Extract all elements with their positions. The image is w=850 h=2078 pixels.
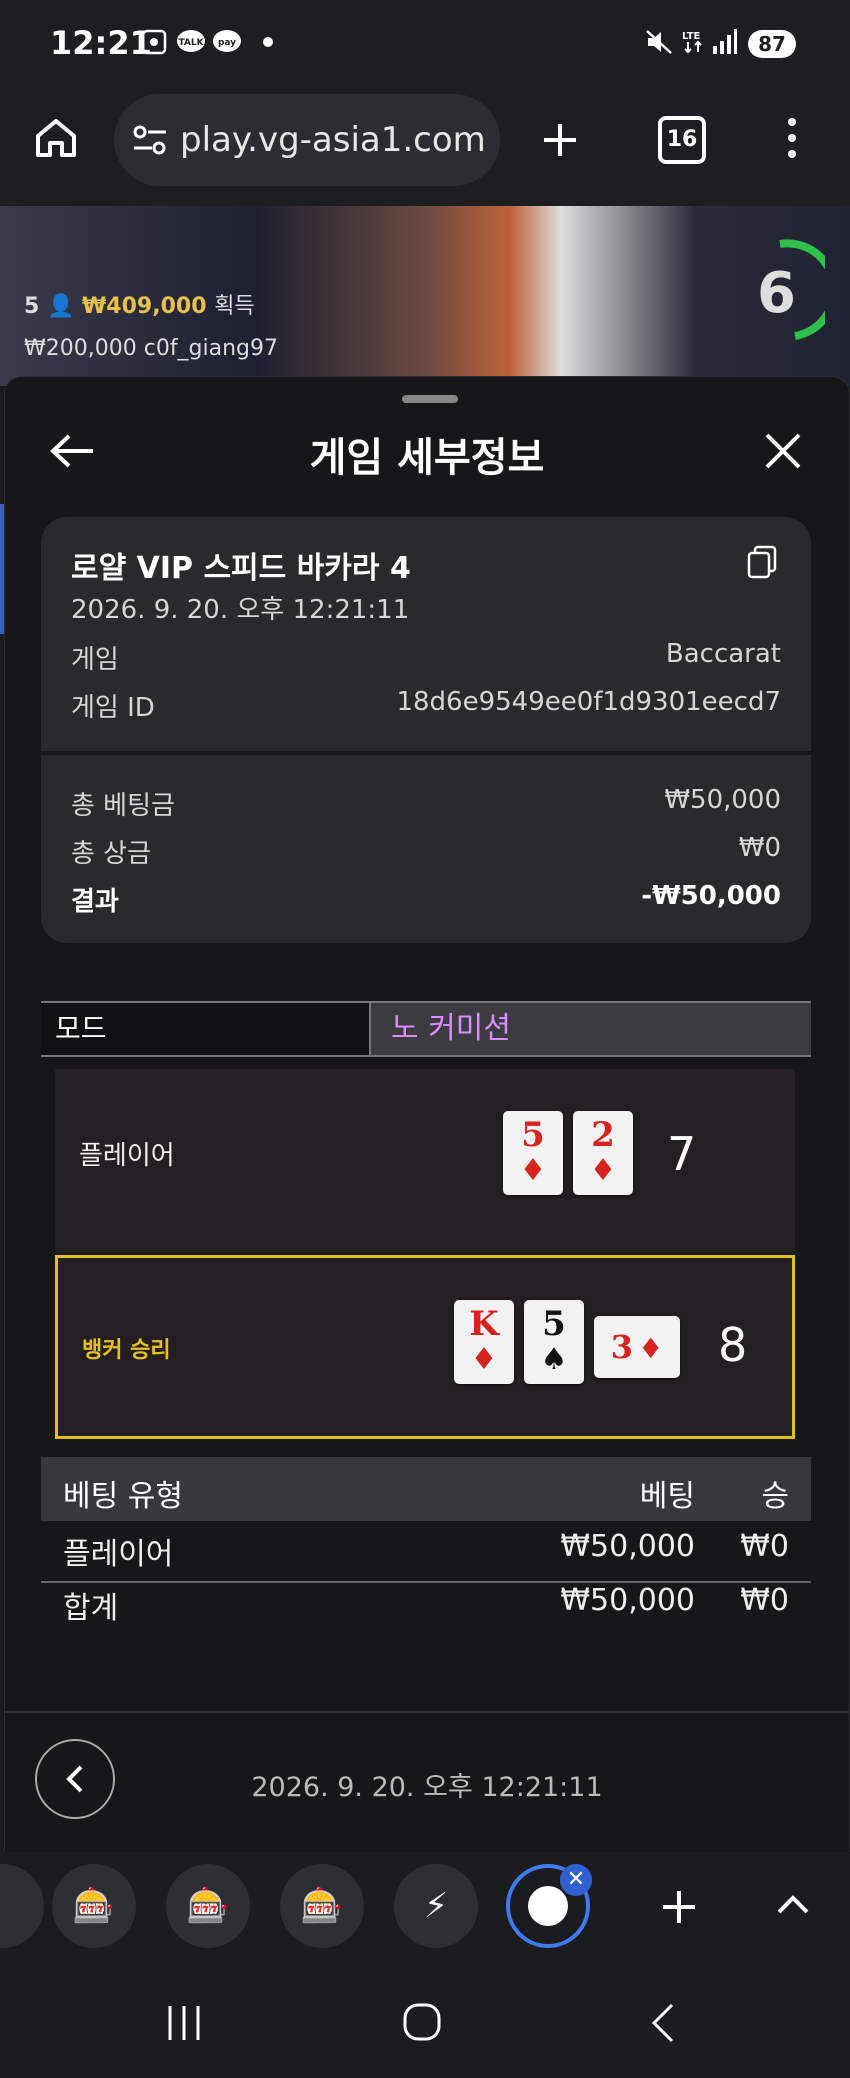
game-row: 게임 Baccarat <box>71 639 781 675</box>
table-total-row: 합계 ₩50,000 ₩0 <box>63 1583 789 1626</box>
mode-label: 모드 <box>41 1003 371 1055</box>
banker-card-3: 3 ♦ <box>594 1316 680 1378</box>
address-bar[interactable]: play.vg-asia1.com <box>114 94 500 186</box>
close-icon[interactable] <box>763 431 803 471</box>
game-shortcut-4[interactable]: ⚡ <box>394 1864 478 1948</box>
slot-game-icon: 🎰 <box>300 1886 344 1926</box>
winners-line: 5 👤 ₩409,000 획득 <box>24 294 255 319</box>
menu-icon[interactable] <box>784 116 800 160</box>
back-nav-icon[interactable] <box>648 2002 678 2044</box>
chevron-up-icon[interactable] <box>776 1892 810 1916</box>
game-name: 로얄 VIP 스피드 바카라 4 <box>71 551 411 586</box>
url-text: play.vg-asia1.com <box>180 120 486 160</box>
player-hand: 플레이어 5 ♦ 2 ♦ 7 <box>55 1069 795 1253</box>
result-row: 결과 -₩50,000 <box>71 881 781 917</box>
browser-toolbar: play.vg-asia1.com 16 <box>0 90 850 206</box>
mode-value: 노 커미션 <box>391 1011 511 1046</box>
drag-handle[interactable] <box>402 395 458 403</box>
footer-datetime: 2026. 9. 20. 오후 12:21:11 <box>251 1772 603 1803</box>
game-info-card: 로얄 VIP 스피드 바카라 4 2026. 9. 20. 오후 12:21:1… <box>41 517 811 751</box>
player-label: 플레이어 <box>79 1141 175 1171</box>
total-bet-row: 총 베팅금 ₩50,000 <box>71 785 781 821</box>
status-bar: 12:21 TALK pay LTE 87 <box>0 0 850 90</box>
notification-dot-icon <box>263 37 273 47</box>
system-navigation-bar <box>0 1968 850 2078</box>
divider <box>5 1711 849 1713</box>
banker-card-1: K ♦ <box>454 1300 514 1384</box>
countdown-timer: 6 <box>757 239 825 340</box>
home-nav-icon[interactable] <box>402 2002 442 2042</box>
signal-icon <box>713 29 737 54</box>
svg-text:LTE: LTE <box>682 31 701 42</box>
slot-game-icon: 🎰 <box>186 1886 230 1926</box>
player-score: 7 <box>667 1127 697 1181</box>
banker-hand: 뱅커 승리 K ♦ 5 ♠ 3 ♦ 8 <box>55 1255 795 1439</box>
player-card-1: 5 ♦ <box>503 1111 563 1195</box>
recent-apps-icon[interactable] <box>164 2004 204 2042</box>
svg-text:pay: pay <box>218 38 236 48</box>
bet-table-header: 베팅 유형 베팅 승 <box>41 1457 811 1521</box>
tab-switcher-button[interactable]: 16 <box>658 116 706 164</box>
add-shortcut-icon[interactable] <box>660 1888 698 1926</box>
svg-text:6: 6 <box>757 261 796 326</box>
svg-text:TALK: TALK <box>178 38 204 48</box>
total-prize-row: 총 상금 ₩0 <box>71 833 781 869</box>
copy-icon[interactable] <box>747 545 777 579</box>
game-datetime: 2026. 9. 20. 오후 12:21:11 <box>71 595 410 625</box>
clock: 12:21 <box>50 24 152 62</box>
lightning-icon: ⚡ <box>424 1886 448 1926</box>
game-shortcut-partial[interactable] <box>0 1864 44 1948</box>
live-video-strip: 5 👤 ₩409,000 획득 ₩200,000 c0f_giang97 6 <box>0 206 850 386</box>
game-id-row: 게임 ID 18d6e9549ee0f1d9301eecd7 <box>71 687 781 723</box>
bet-line: ₩200,000 c0f_giang97 <box>24 336 279 361</box>
home-icon[interactable] <box>34 116 78 160</box>
lte-icon: LTE <box>682 31 702 54</box>
mute-icon <box>646 30 672 54</box>
game-taskbar: 🎰 🎰 🎰 ⚡ ✕ <box>0 1852 850 1968</box>
battery-indicator: 87 <box>748 30 796 58</box>
table-row: 플레이어 ₩50,000 ₩0 <box>41 1529 811 1583</box>
banker-card-2: 5 ♠ <box>524 1300 584 1384</box>
game-shortcut-3[interactable]: 🎰 <box>280 1864 364 1948</box>
player-card-2: 2 ♦ <box>573 1111 633 1195</box>
sheet-title: 게임 세부정보 <box>309 435 545 481</box>
talk-icon: TALK <box>177 30 205 52</box>
mode-row: 모드 노 커미션 <box>41 1001 811 1057</box>
new-tab-icon[interactable] <box>540 120 580 160</box>
close-shortcut-icon[interactable]: ✕ <box>560 1864 592 1896</box>
bet-summary-card: 총 베팅금 ₩50,000 총 상금 ₩0 결과 -₩50,000 <box>41 755 811 943</box>
game-shortcut-1[interactable]: 🎰 <box>52 1864 136 1948</box>
screenshot-icon <box>141 29 167 55</box>
banker-score: 8 <box>718 1318 748 1372</box>
slot-game-icon: 🎰 <box>72 1886 116 1926</box>
banker-label: 뱅커 승리 <box>82 1338 171 1363</box>
game-details-sheet: 게임 세부정보 로얄 VIP 스피드 바카라 4 2026. 9. 20. 오후… <box>4 376 850 1854</box>
pay-icon: pay <box>213 30 241 52</box>
site-settings-icon[interactable] <box>132 124 168 158</box>
game-shortcut-2[interactable]: 🎰 <box>166 1864 250 1948</box>
